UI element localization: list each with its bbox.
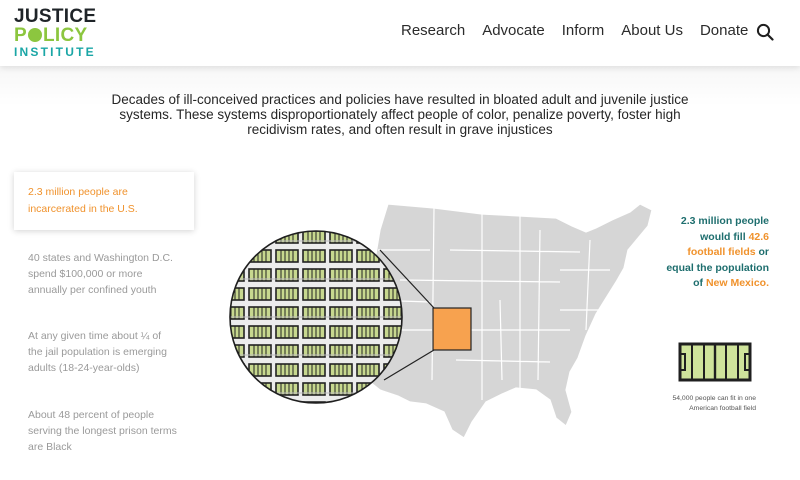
nav-inform[interactable]: Inform (562, 22, 605, 39)
nav-research[interactable]: Research (401, 22, 465, 39)
logo-line-2: P LICY (14, 25, 88, 46)
us-map-illustration (229, 203, 653, 439)
football-field-icon (678, 342, 752, 382)
site-header: JUSTICE P LICY INSTITUTE Research Advocat… (0, 0, 800, 66)
field-caption: 54,000 people can fit in one American fo… (672, 395, 756, 412)
fact-list: 2.3 million people are incarcerated in t… (14, 172, 214, 230)
nav-donate[interactable]: Donate (700, 22, 748, 39)
fact-card-active[interactable]: 2.3 million people are incarcerated in t… (14, 172, 194, 230)
intro-text: Decades of ill-conceived practices and p… (111, 92, 689, 137)
jpi-logo[interactable]: JUSTICE P LICY INSTITUTE (14, 7, 96, 58)
search-icon[interactable] (756, 23, 774, 41)
logo-line-3: INSTITUTE (14, 45, 96, 59)
nav-advocate[interactable]: Advocate (482, 22, 545, 39)
new-mexico-highlight (432, 307, 472, 351)
nav-about-us[interactable]: About Us (621, 22, 683, 39)
stat-highlight-new-mexico: New Mexico. (705, 277, 769, 289)
fact-item-youth-spending[interactable]: 40 states and Washington D.C. spend $100… (28, 250, 178, 298)
fact-item-emerging-adults[interactable]: At any given time about ¼ of the jail po… (28, 328, 178, 376)
logo-line-1: JUSTICE (14, 6, 97, 27)
fact-item-prison-terms[interactable]: About 48 percent of people serving the l… (28, 407, 178, 455)
stat-callout: 2.3 million people would fill 42.6 footb… (666, 215, 769, 289)
logo-circle-icon (27, 28, 42, 42)
main-nav: Research Advocate Inform About Us Donate (401, 22, 765, 39)
